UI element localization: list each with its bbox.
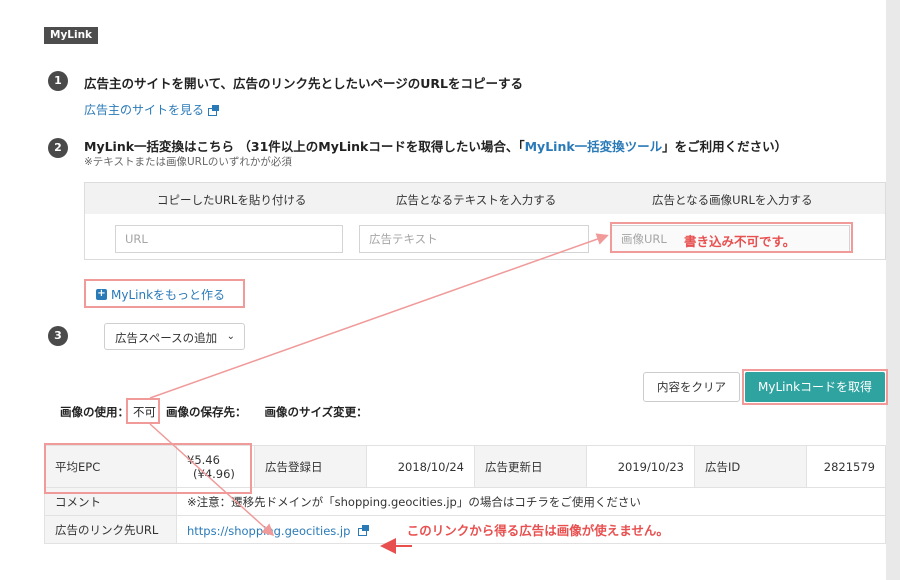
section-badge: MyLink [44, 27, 99, 44]
ad-info-table: 平均EPC ¥5.46 (¥4.96) 広告登録日 2018/10/24 広告更… [44, 445, 886, 544]
column-header-image: 広告となる画像URLを入力する [652, 193, 813, 207]
ad-id-label: 広告ID [694, 445, 807, 488]
ad-space-select-value: 広告スペースの追加 [115, 331, 218, 345]
link-url[interactable]: https://shopping.geocities.jp [187, 524, 350, 538]
step-number-1: 1 [48, 71, 68, 91]
epc-label: 平均EPC [44, 445, 177, 488]
step-1-title: 広告主のサイトを開いて、広告のリンク先としたいページのURLをコピーする [84, 76, 523, 91]
external-link-icon[interactable] [358, 525, 370, 536]
advertiser-site-link[interactable]: 広告主のサイトを見る [84, 101, 220, 118]
not-writable-annotation: 書き込み不可です。 [684, 234, 796, 249]
no-image-annotation: このリンクから得る広告は画像が使えません。 [406, 523, 669, 538]
external-link-icon [208, 104, 220, 116]
comment-label: コメント [44, 487, 177, 516]
registered-label: 広告登録日 [254, 445, 367, 488]
more-mylink-button[interactable]: + MyLinkをもっと作る [96, 286, 225, 303]
required-note: ※テキストまたは画像URLのいずれかが必須 [84, 156, 292, 168]
advertiser-site-link-label: 広告主のサイトを見る [84, 103, 205, 117]
epc-value: ¥5.46 [187, 452, 220, 467]
image-storage-label: 画像の保存先： [166, 405, 247, 419]
clear-button[interactable]: 内容をクリア [643, 372, 740, 402]
updated-label: 広告更新日 [474, 445, 587, 488]
step-2-title: MyLink一括変換はこちら （31件以上のMyLinkコードを取得したい場合、… [84, 136, 787, 155]
registered-value: 2018/10/24 [366, 445, 475, 488]
table-row: コメント ※注意：遷移先ドメインが「shopping.geocities.jp」… [44, 487, 886, 516]
plus-icon: + [96, 288, 107, 300]
image-info: 画像の使用： 不可 画像の保存先： 画像のサイズ変更： [60, 404, 368, 420]
column-header-text: 広告となるテキストを入力する [396, 193, 557, 207]
ad-id-value: 2821579 [806, 445, 886, 488]
more-mylink-label: MyLinkをもっと作る [111, 288, 226, 302]
comment-value: ※注意：遷移先ドメインが「shopping.geocities.jp」の場合はコ… [176, 487, 886, 516]
link-url-label: 広告のリンク先URL [44, 515, 177, 544]
page-scroll-edge [886, 0, 900, 580]
table-row: 広告のリンク先URL https://shopping.geocities.jp… [44, 515, 886, 544]
url-input[interactable] [115, 225, 343, 253]
table-row: 平均EPC ¥5.46 (¥4.96) 広告登録日 2018/10/24 広告更… [44, 445, 886, 488]
updated-value: 2019/10/23 [586, 445, 695, 488]
image-usage-label: 画像の使用： [60, 405, 129, 419]
ad-text-input[interactable] [359, 225, 589, 253]
get-code-button[interactable]: MyLinkコードを取得 [745, 372, 885, 402]
link-url-cell: https://shopping.geocities.jp このリンクから得る広… [176, 515, 886, 544]
column-header-url: コピーしたURLを貼り付ける [157, 193, 307, 207]
bulk-convert-tool-link[interactable]: MyLink一括変換ツール [525, 139, 663, 154]
image-resize-label: 画像のサイズ変更： [264, 405, 368, 419]
form-header: コピーしたURLを貼り付ける 広告となるテキストを入力する 広告となる画像URL… [85, 183, 885, 214]
step-2-title-post: 」をご利用ください） [662, 139, 788, 154]
image-usage-value: 不可 [133, 405, 156, 419]
step-number-2: 2 [48, 138, 68, 158]
arrow-to-image-url [149, 233, 609, 399]
ad-space-select[interactable]: 広告スペースの追加 ⌄ [104, 323, 245, 350]
epc-sub-value: (¥4.96) [193, 466, 235, 481]
step-number-3: 3 [48, 326, 68, 346]
step-2-title-pre: MyLink一括変換はこちら （31件以上のMyLinkコードを取得したい場合、… [84, 139, 525, 154]
epc-value-cell: ¥5.46 (¥4.96) [176, 445, 255, 488]
chevron-down-icon: ⌄ [226, 331, 235, 342]
